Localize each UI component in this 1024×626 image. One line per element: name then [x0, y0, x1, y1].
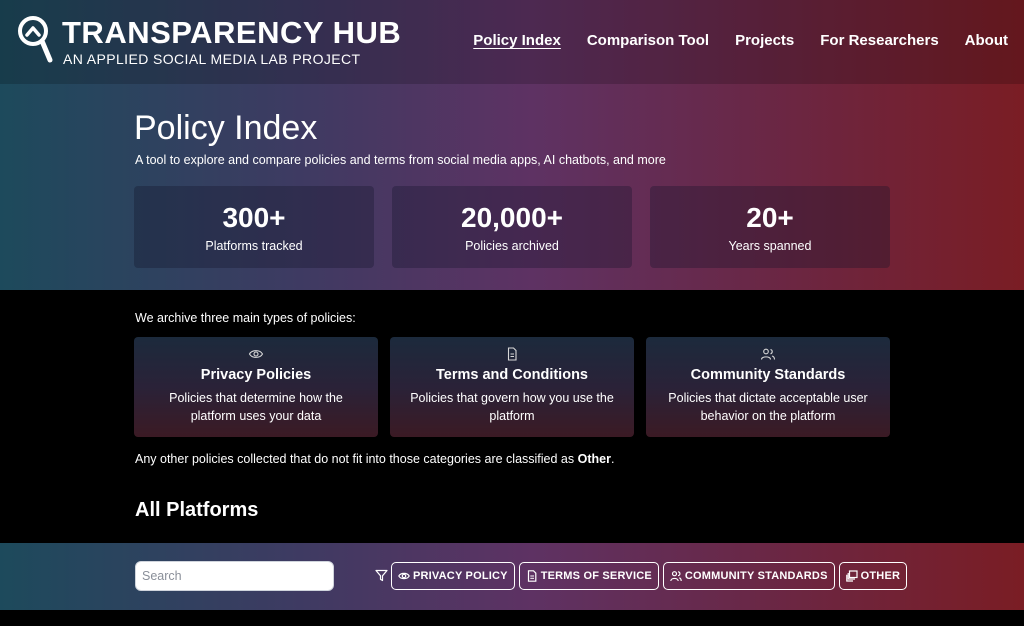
card-title: Terms and Conditions: [436, 367, 588, 383]
all-platforms-title: All Platforms: [135, 499, 259, 521]
other-category-note: Any other policies collected that do not…: [135, 451, 614, 467]
stat-label: Years spanned: [728, 239, 812, 253]
policy-types-intro: We archive three main types of policies:: [135, 311, 356, 325]
document-icon: [527, 570, 537, 582]
filter-label: TERMS OF SERVICE: [540, 570, 652, 582]
page-subtitle: A tool to explore and compare policies a…: [135, 153, 666, 167]
hero-section: Policy Index A tool to explore and compa…: [0, 84, 1024, 290]
main-nav: Policy Index Comparison Tool Projects Fo…: [473, 32, 1008, 50]
users-icon: [760, 348, 776, 360]
card-community-standards: Community Standards Policies that dictat…: [646, 337, 890, 437]
stat-policies: 20,000+ Policies archived: [392, 186, 632, 268]
filter-terms-of-service-button[interactable]: TERMS OF SERVICE: [518, 562, 659, 590]
eye-icon: [248, 350, 264, 358]
card-terms-and-conditions: Terms and Conditions Policies that gover…: [390, 337, 634, 437]
nav-about[interactable]: About: [965, 32, 1008, 50]
card-title: Privacy Policies: [200, 367, 312, 383]
filter-icon: [375, 569, 388, 582]
stack-icon: [845, 570, 858, 582]
filter-community-standards-button[interactable]: COMMUNITY STANDARDS: [662, 562, 835, 590]
filter-other-button[interactable]: OTHER: [838, 562, 908, 590]
site-header: TRANSPARENCY HUB AN APPLIED SOCIAL MEDIA…: [0, 0, 1024, 84]
page-title: Policy Index: [134, 109, 318, 147]
note-other-term: Other: [577, 452, 611, 466]
card-description: Policies that govern how you use the pla…: [410, 391, 614, 423]
stat-value: 20,000+: [461, 202, 563, 233]
filter-label: OTHER: [860, 570, 901, 582]
stat-platforms: 300+ Platforms tracked: [134, 186, 374, 268]
card-description: Policies that determine how the platform…: [169, 391, 343, 423]
document-icon: [507, 347, 517, 361]
stat-years: 20+ Years spanned: [650, 186, 890, 268]
nav-projects[interactable]: Projects: [735, 32, 794, 50]
filter-bar: PRIVACY POLICY TERMS OF SERVICE COMMUNIT…: [0, 543, 1024, 610]
stat-value: 300+: [222, 202, 286, 233]
magnifier-icon[interactable]: [16, 16, 56, 66]
brand-subtitle: AN APPLIED SOCIAL MEDIA LAB PROJECT: [63, 51, 361, 67]
card-title: Community Standards: [690, 367, 846, 383]
filter-privacy-policy-button[interactable]: PRIVACY POLICY: [391, 562, 515, 590]
card-privacy-policies: Privacy Policies Policies that determine…: [134, 337, 378, 437]
filter-label: PRIVACY POLICY: [413, 570, 508, 582]
search-input[interactable]: [135, 561, 334, 591]
brand-title[interactable]: TRANSPARENCY HUB: [62, 16, 401, 50]
nav-for-researchers[interactable]: For Researchers: [820, 32, 938, 50]
stat-label: Platforms tracked: [205, 239, 303, 253]
eye-icon: [398, 572, 410, 580]
card-description: Policies that dictate acceptable user be…: [668, 391, 868, 423]
users-icon: [670, 571, 682, 582]
nav-policy-index[interactable]: Policy Index: [473, 32, 561, 50]
note-text: Any other policies collected that do not…: [135, 452, 578, 466]
nav-comparison-tool[interactable]: Comparison Tool: [587, 32, 709, 50]
page-bottom: [0, 610, 1024, 626]
stat-value: 20+: [746, 202, 794, 233]
policy-type-filters: PRIVACY POLICY TERMS OF SERVICE COMMUNIT…: [391, 562, 908, 590]
note-period: .: [610, 452, 615, 466]
stat-label: Policies archived: [465, 239, 559, 253]
filter-label: COMMUNITY STANDARDS: [684, 570, 828, 582]
